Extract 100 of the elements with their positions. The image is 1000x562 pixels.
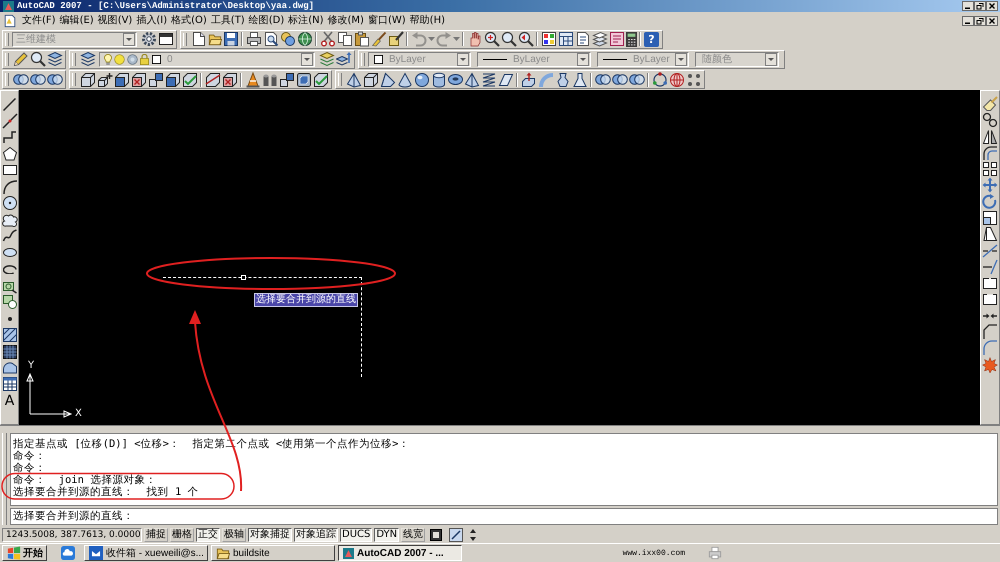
cube-icon[interactable] (362, 72, 378, 88)
box-arrow-icon[interactable] (520, 72, 536, 88)
page-magnifier-icon[interactable] (262, 31, 278, 47)
block-pencil-icon[interactable] (388, 31, 404, 47)
extend-icon[interactable] (982, 258, 998, 275)
torus-icon[interactable] (448, 74, 462, 85)
cube-face-icon[interactable] (114, 72, 130, 88)
menu-item[interactable]: 窗口(W) (366, 13, 408, 28)
status-toggle[interactable]: 正交 (196, 528, 220, 542)
rings-icon[interactable] (628, 74, 644, 85)
cloud-tile-icon[interactable] (60, 546, 74, 560)
rings-icon[interactable] (46, 74, 62, 85)
document-icon[interactable] (3, 14, 17, 28)
menu-item[interactable]: 视图(V) (96, 13, 134, 28)
hatch-icon[interactable] (2, 327, 18, 343)
rings-icon[interactable] (12, 74, 28, 85)
window-icon[interactable] (158, 31, 174, 47)
globe-icon[interactable] (668, 72, 684, 88)
ring-dots-icon[interactable] (652, 72, 668, 88)
stacked-cubes-icon[interactable] (148, 72, 164, 88)
explosion-icon[interactable] (982, 356, 998, 373)
zigzag-spring-icon[interactable] (480, 72, 496, 88)
stacked-cubes-icon[interactable] (278, 72, 294, 88)
status-toggle[interactable]: DUCS (340, 528, 372, 542)
table-icon[interactable] (2, 376, 18, 392)
grip-icon[interactable] (241, 275, 246, 280)
close-icon[interactable] (986, 16, 998, 26)
magnifier-arrow-icon[interactable] (518, 31, 534, 47)
menu-item[interactable]: 文件(F) (20, 13, 58, 28)
vase-icon[interactable] (554, 72, 570, 88)
markup-page-icon[interactable] (608, 31, 624, 47)
start-button[interactable]: 开始 (2, 545, 47, 561)
menu-item[interactable]: 格式(O) (169, 13, 209, 28)
spline-icon[interactable] (2, 228, 18, 244)
rings-icon[interactable] (594, 74, 610, 85)
taskbar-button[interactable]: 收件箱 - xueweili@s... (84, 545, 208, 561)
zoom-in-icon[interactable] (484, 31, 500, 47)
menu-item[interactable]: 工具(T) (208, 13, 247, 28)
sliced-cube-icon[interactable] (204, 72, 220, 88)
cylinders-icon[interactable] (262, 74, 276, 86)
sphere-icon[interactable] (414, 72, 430, 88)
eraser-icon[interactable] (982, 96, 998, 112)
framed-cube-icon[interactable] (296, 72, 312, 88)
shapes-icon[interactable] (2, 294, 18, 310)
plane-icon[interactable] (498, 72, 514, 88)
document-icon[interactable] (190, 31, 206, 47)
minimize-icon[interactable] (962, 16, 974, 26)
restore-icon[interactable] (974, 16, 986, 26)
slash-square-icon[interactable] (448, 527, 464, 543)
stacked-sheets-icon[interactable] (592, 31, 608, 47)
layers-icon[interactable] (80, 51, 96, 67)
point-icon[interactable] (8, 316, 12, 320)
wedge-icon[interactable] (380, 72, 396, 88)
magnifier-icon[interactable] (30, 51, 46, 67)
taskbar-button[interactable]: AutoCAD 2007 - ... (338, 545, 462, 561)
clipboard-icon[interactable] (354, 31, 370, 47)
help-button[interactable]: ? (644, 32, 659, 46)
printer-icon[interactable] (246, 31, 262, 47)
dots-icon[interactable] (688, 74, 700, 86)
pyramid-icon[interactable] (346, 72, 362, 88)
status-toggle[interactable]: 线宽 (401, 528, 426, 542)
cube-plus-icon[interactable] (96, 72, 112, 88)
color-grid-icon[interactable] (540, 31, 556, 47)
text-tool-button[interactable]: A (2, 392, 18, 408)
cone-icon[interactable] (396, 72, 412, 88)
stretch-icon[interactable] (982, 226, 998, 242)
ellipse-icon[interactable] (2, 248, 16, 257)
status-toggle[interactable]: 栅格 (170, 528, 194, 542)
region-icon[interactable] (2, 362, 16, 374)
gear-icon[interactable] (140, 31, 156, 47)
overlapping-discs-icon[interactable] (280, 31, 296, 47)
menu-item[interactable]: 绘图(D) (246, 13, 286, 28)
cube-icon[interactable] (80, 72, 96, 88)
layers-icon[interactable] (46, 51, 62, 67)
scissors-icon[interactable] (320, 31, 336, 47)
rings-icon[interactable] (612, 74, 628, 85)
cube-check-icon[interactable] (312, 72, 328, 88)
copy-icon[interactable] (336, 31, 352, 47)
taskbar-button[interactable]: buildsite (211, 545, 335, 561)
framed-square-icon[interactable] (430, 529, 442, 541)
folder-icon[interactable] (208, 32, 222, 46)
cylinder-icon[interactable] (430, 72, 446, 88)
magnifier-icon[interactable] (500, 31, 516, 47)
circle-icon[interactable] (2, 195, 18, 211)
caret-icon[interactable] (428, 37, 434, 41)
cloud-icon[interactable] (2, 212, 18, 228)
mirror-icon[interactable] (982, 128, 998, 145)
layers-icon[interactable] (318, 51, 334, 67)
status-toggle[interactable]: 捕捉 (144, 528, 168, 542)
globe-icon[interactable] (296, 31, 312, 47)
menu-item[interactable]: 插入(I) (134, 13, 170, 28)
status-toggle[interactable]: 对象追踪 (294, 528, 338, 542)
arc-icon[interactable] (2, 178, 18, 194)
traffic-cone-icon[interactable] (244, 72, 260, 88)
layers-arrow-icon[interactable] (336, 51, 352, 67)
grid-square-icon[interactable] (2, 344, 18, 360)
caret-icon[interactable] (452, 37, 460, 41)
converging-arrows-icon[interactable] (983, 312, 997, 319)
menu-item[interactable]: 帮助(H) (408, 13, 447, 28)
status-toggle[interactable]: 极轴 (222, 528, 246, 542)
